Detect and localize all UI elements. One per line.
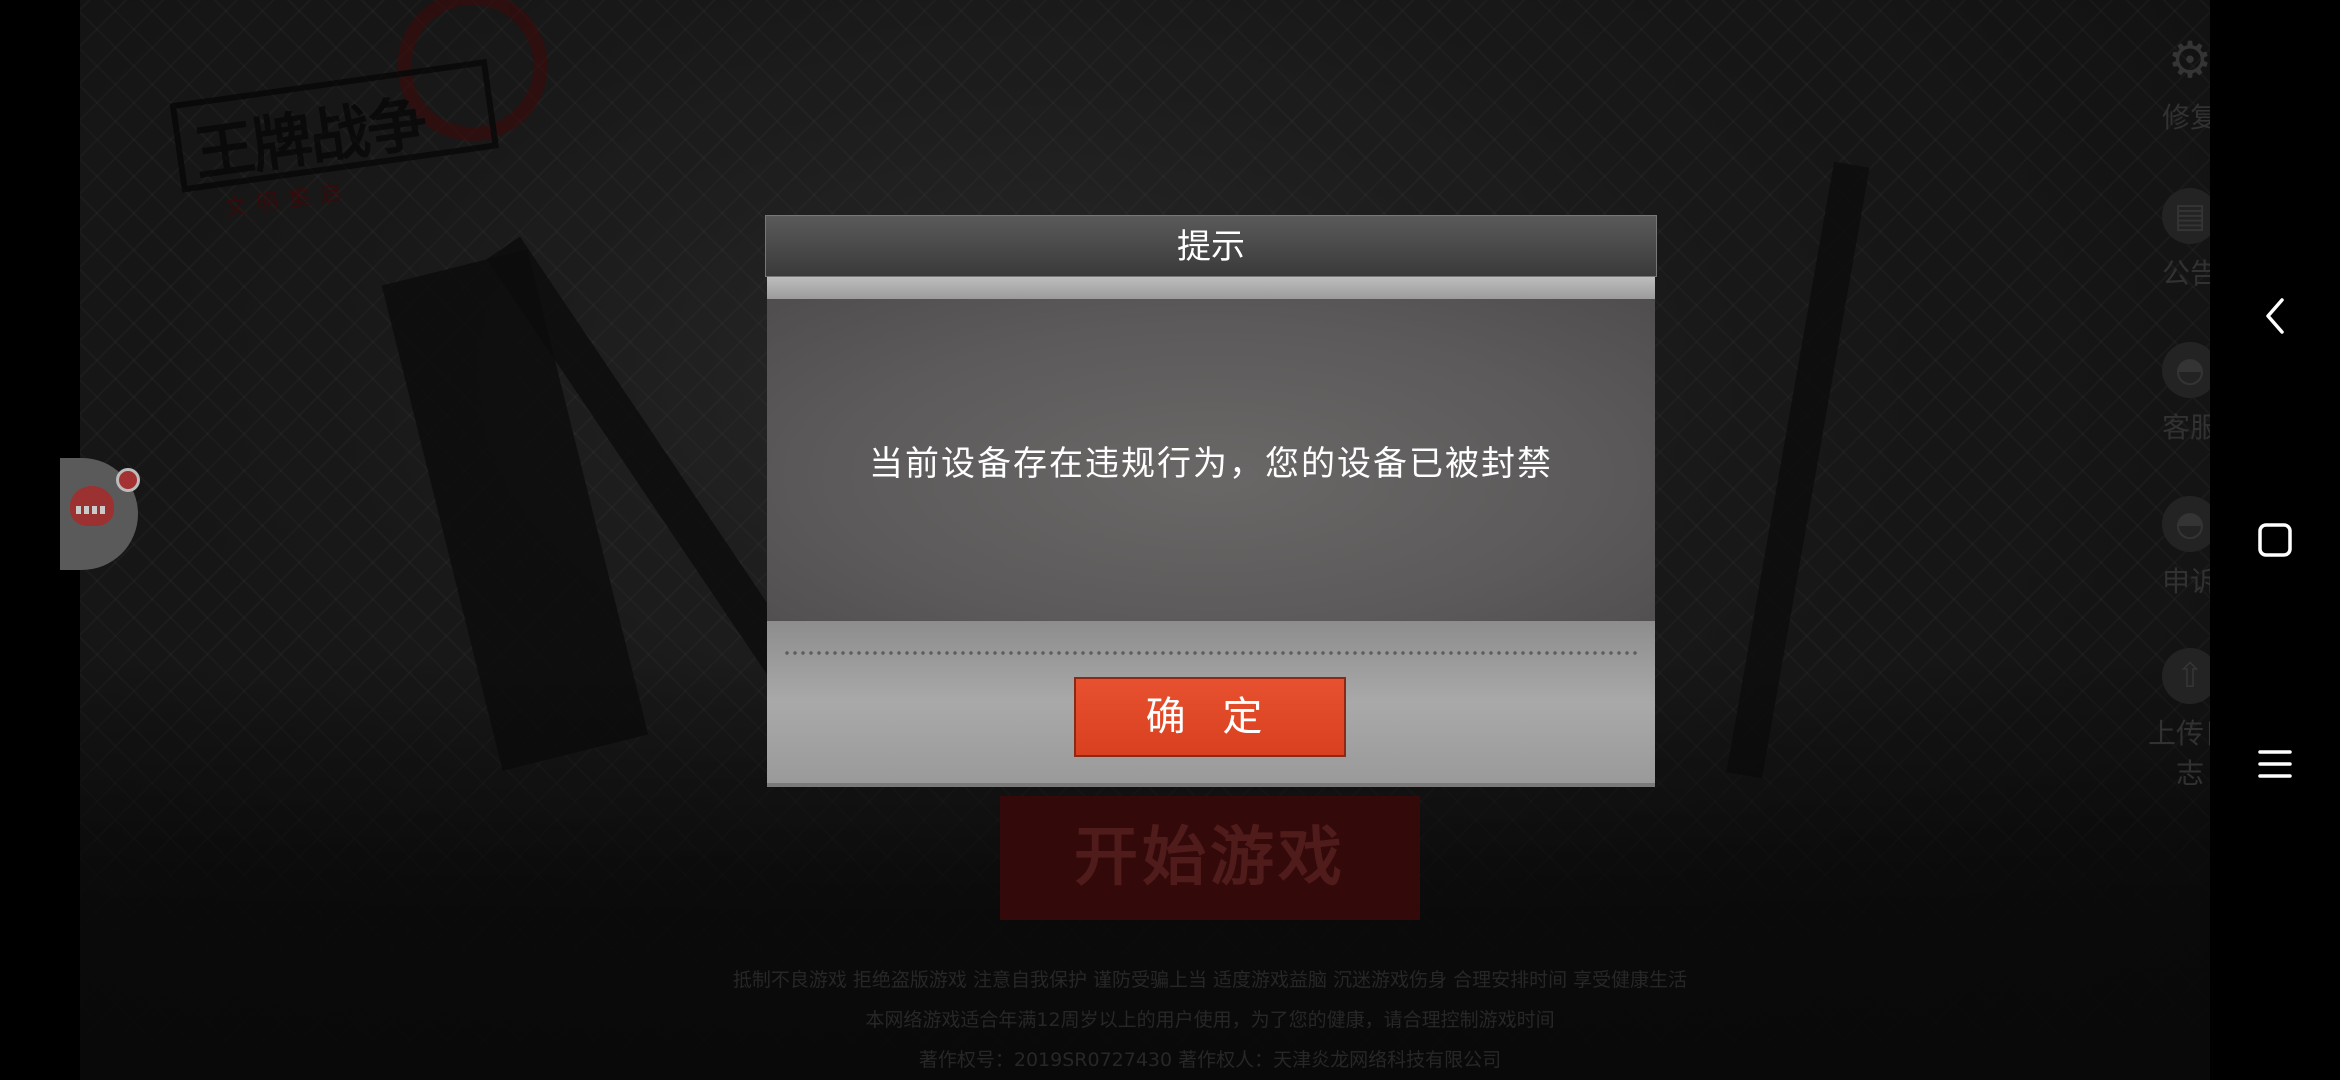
dialog-footer: 确 定	[767, 621, 1655, 787]
square-icon	[2258, 523, 2292, 557]
chevron-left-icon	[2266, 298, 2284, 334]
confirm-button[interactable]: 确 定	[1074, 677, 1346, 757]
home-button[interactable]	[2240, 505, 2310, 575]
dotted-divider	[783, 651, 1639, 655]
menu-button[interactable]	[2240, 729, 2310, 799]
dialog-title: 提示	[765, 215, 1657, 277]
dialog-body: 当前设备存在违规行为，您的设备已被封禁	[767, 299, 1655, 621]
alert-dialog: 提示 当前设备存在违规行为，您的设备已被封禁 确 定	[765, 215, 1657, 791]
menu-icon	[2258, 750, 2292, 778]
dialog-message: 当前设备存在违规行为，您的设备已被封禁	[869, 443, 1553, 484]
screen: 王牌战争 文明重启 ⚙ 修复 ▤ 公告 ◓ 客服 ◓ 申诉 ⇧ 上传日志 开始游…	[0, 0, 2340, 1080]
dialog-header-strip	[767, 277, 1655, 299]
back-button[interactable]	[2240, 281, 2310, 351]
